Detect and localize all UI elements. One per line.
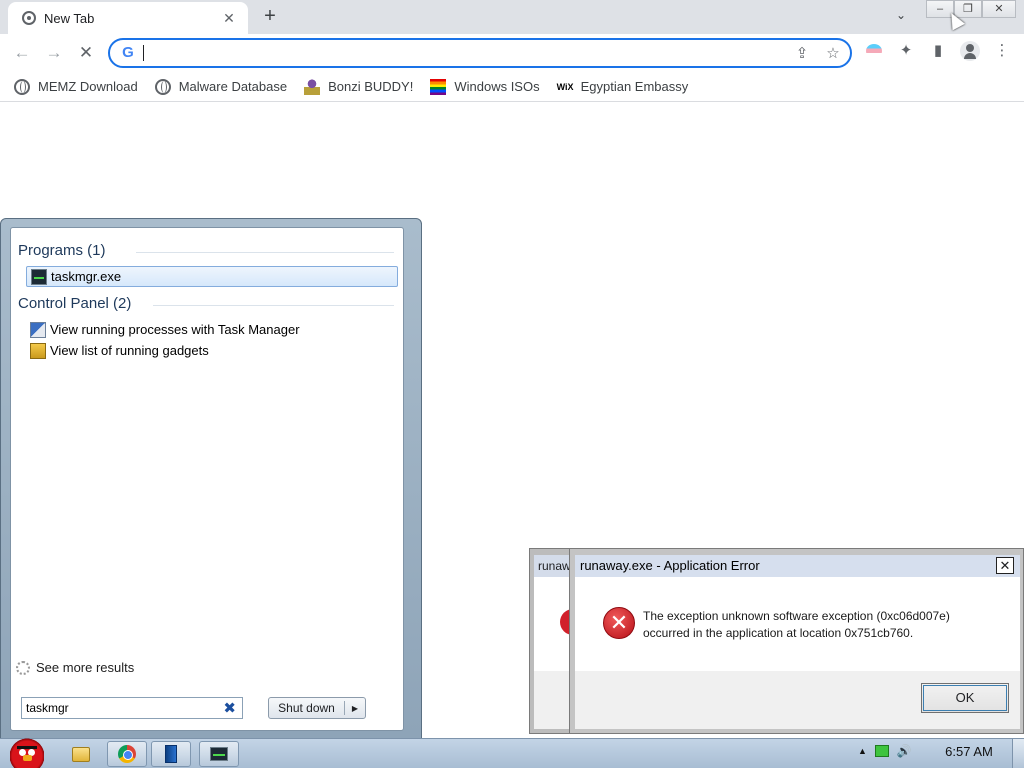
dialog-close-button[interactable]: ✕ — [996, 557, 1014, 574]
shutdown-button-group: Shut down ▶ — [268, 697, 366, 719]
start-menu: Programs (1) taskmgr.exe Control Panel (… — [0, 218, 422, 740]
show-hidden-icons-icon[interactable]: ▲ — [858, 746, 867, 756]
bookmark-label: Windows ISOs — [454, 79, 540, 94]
shutdown-button[interactable]: Shut down — [269, 701, 345, 715]
screen: New Tab ✕ + ⌄ – ❐ ✕ ← → ✕ G ⇪ ☆ ✦ ▮ ⋮ ME… — [0, 0, 1024, 768]
start-menu-results-pane: Programs (1) taskmgr.exe Control Panel (… — [10, 227, 404, 731]
taskbar-google-chrome[interactable] — [107, 741, 147, 767]
result-view-running-gadgets[interactable]: View list of running gadgets — [26, 340, 398, 361]
error-message-line: The exception unknown software exception… — [643, 609, 950, 623]
gadgets-icon — [30, 342, 46, 359]
show-desktop-button[interactable] — [1012, 739, 1024, 768]
taskbar-task-manager[interactable] — [199, 741, 239, 767]
start-search-box[interactable]: ✖ — [21, 697, 243, 719]
bonzi-icon — [304, 78, 321, 95]
tab-strip: New Tab ✕ + ⌄ – ❐ ✕ — [0, 0, 1024, 34]
dialog-footer: OK — [575, 671, 1020, 729]
side-panel-icon[interactable]: ▮ — [927, 40, 949, 62]
angry-bird-start-icon — [10, 738, 44, 768]
profile-avatar-icon[interactable] — [960, 41, 980, 61]
application-error-dialog[interactable]: runaway.exe - Application Error ✕ ✕ The … — [569, 548, 1024, 734]
start-button[interactable] — [2, 730, 50, 768]
tab-title: New Tab — [44, 10, 95, 26]
task-manager-icon — [31, 268, 47, 285]
bookmark-memz-download[interactable]: MEMZ Download — [14, 78, 138, 95]
start-search-input[interactable] — [26, 700, 216, 716]
bookmark-label: Malware Database — [178, 79, 288, 94]
bookmark-label: Egyptian Embassy — [580, 79, 689, 94]
divider — [153, 305, 394, 306]
error-message: The exception unknown software exception… — [643, 608, 1003, 642]
browser-menu-icon[interactable]: ⋮ — [991, 40, 1013, 62]
bookmark-malware-database[interactable]: Malware Database — [154, 78, 288, 95]
taskbar-windows-explorer[interactable] — [61, 741, 101, 767]
chrome-tab-favicon-icon — [22, 11, 36, 25]
share-icon[interactable]: ⇪ — [792, 44, 812, 64]
dialog-title: runaway.exe - Application Error — [580, 558, 760, 573]
address-bar[interactable]: G ⇪ ☆ — [108, 38, 852, 68]
programs-heading[interactable]: Programs (1) — [18, 242, 106, 259]
loading-spinner-icon — [16, 660, 30, 675]
taskbar-clock[interactable]: 6:57 AM — [936, 744, 1002, 759]
see-more-label: See more results — [36, 660, 135, 675]
dialog-title-bar[interactable]: runaway.exe - Application Error ✕ — [575, 555, 1020, 577]
dialog-footer — [534, 671, 574, 729]
tab-close-icon[interactable]: ✕ — [220, 10, 238, 27]
bookmark-egyptian-embassy[interactable]: WiX Egyptian Embassy — [557, 79, 689, 95]
dialog-title-bar[interactable]: runaway.exe - Application Error — [534, 555, 574, 577]
tab-new-tab[interactable]: New Tab ✕ — [8, 2, 248, 34]
shutdown-options-arrow-icon[interactable]: ▶ — [345, 704, 365, 713]
result-label: View running processes with Task Manager — [50, 322, 300, 337]
forward-button[interactable]: → — [42, 41, 66, 65]
result-label: taskmgr.exe — [51, 269, 122, 284]
text-caret — [143, 45, 144, 61]
clear-search-icon[interactable]: ✖ — [223, 699, 236, 717]
tab-search-chevron-icon[interactable]: ⌄ — [896, 8, 906, 22]
speaker-icon[interactable]: 🔊 — [897, 744, 912, 758]
taskbar-book[interactable] — [151, 741, 191, 767]
see-more-results-link[interactable]: See more results — [16, 660, 134, 675]
dialog-body: ✕ The exception unknown software excepti… — [575, 577, 1020, 671]
book-icon — [165, 745, 177, 763]
system-tray: ▲ 🔊 — [858, 744, 912, 758]
control-panel-icon — [30, 321, 46, 338]
error-icon: ✕ — [603, 607, 635, 639]
folder-icon — [72, 746, 90, 762]
power-status-icon[interactable] — [874, 745, 889, 757]
ok-button[interactable]: OK — [921, 683, 1009, 713]
google-icon: G — [122, 44, 134, 61]
divider — [136, 252, 394, 253]
task-manager-icon — [210, 747, 228, 761]
control-panel-heading[interactable]: Control Panel (2) — [18, 295, 131, 312]
rainbow-flag-icon — [430, 78, 447, 95]
result-view-running-processes[interactable]: View running processes with Task Manager — [26, 319, 398, 340]
wix-icon: WiX — [556, 81, 574, 92]
bookmark-windows-isos[interactable]: Windows ISOs — [430, 78, 540, 95]
bookmark-bonzi-buddy[interactable]: Bonzi BUDDY! — [304, 78, 414, 95]
stop-loading-button[interactable]: ✕ — [74, 41, 98, 65]
result-taskmgr-exe[interactable]: taskmgr.exe — [26, 266, 398, 287]
globe-icon — [14, 78, 30, 95]
chrome-icon — [118, 745, 136, 763]
bookmark-label: MEMZ Download — [38, 79, 138, 94]
bookmark-star-icon[interactable]: ☆ — [823, 44, 843, 64]
bookmark-label: Bonzi BUDDY! — [328, 79, 414, 94]
extensions-puzzle-icon[interactable]: ✦ — [895, 40, 917, 62]
error-message-line: occurred in the application at location … — [643, 626, 914, 640]
bookmarks-bar: MEMZ Download Malware Database Bonzi BUD… — [0, 72, 1024, 102]
globe-icon — [154, 78, 171, 95]
back-button[interactable]: ← — [10, 41, 34, 65]
extension-flag-icon[interactable] — [863, 40, 885, 62]
result-label: View list of running gadgets — [50, 343, 209, 358]
close-window-button[interactable]: ✕ — [982, 0, 1016, 18]
new-tab-button[interactable]: + — [259, 5, 281, 27]
address-input[interactable] — [146, 42, 746, 64]
